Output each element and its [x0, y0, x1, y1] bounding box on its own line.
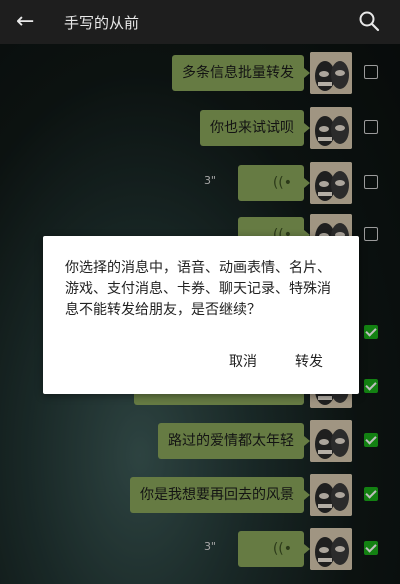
- search-icon[interactable]: [358, 10, 380, 32]
- back-arrow-icon[interactable]: ←: [16, 9, 34, 34]
- forward-button[interactable]: 转发: [295, 351, 323, 371]
- title-bar: ← 手写的从前: [0, 0, 400, 44]
- dialog-message: 你选择的消息中，语音、动画表情、名片、游戏、支付消息、卡券、聊天记录、特殊消息不…: [65, 260, 331, 318]
- chat-title: 手写的从前: [64, 14, 140, 32]
- cancel-button[interactable]: 取消: [229, 351, 257, 371]
- forward-warning-dialog: 你选择的消息中，语音、动画表情、名片、游戏、支付消息、卡券、聊天记录、特殊消息不…: [43, 236, 359, 394]
